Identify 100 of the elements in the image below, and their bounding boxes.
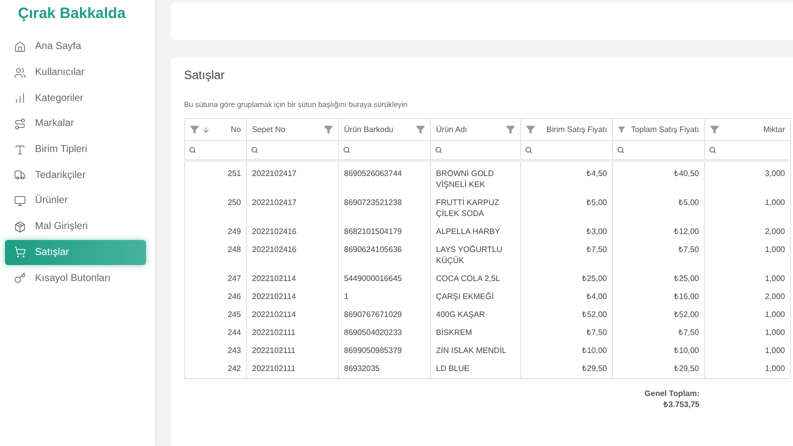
sidebar-item[interactable]: Mal Girişleri: [5, 214, 146, 240]
route-icon: [14, 118, 26, 130]
table-cell: 1,000: [704, 324, 790, 342]
table-cell: BROWNİ GOLD VİŞNELİ KEK: [430, 160, 520, 194]
table-cell: 1,000: [704, 306, 790, 324]
table-cell: 8690526063744: [338, 160, 430, 194]
filter-icon[interactable]: [324, 125, 333, 134]
table-cell: ZİN ISLAK MENDİL: [430, 342, 520, 360]
table-cell: 2022102417: [246, 194, 338, 223]
panel-title: Satışlar: [184, 68, 226, 82]
table-cell: 1,000: [704, 194, 790, 223]
sidebar-item[interactable]: Ana Sayfa: [5, 34, 146, 60]
bar-chart-icon: [14, 92, 26, 104]
table-cell: 1,000: [704, 360, 790, 378]
filter-icon[interactable]: [416, 125, 425, 134]
search-icon: [189, 146, 196, 154]
table-cell: 249: [184, 223, 246, 241]
table-cell: 2022102416: [246, 223, 338, 241]
search-icon: [617, 146, 624, 154]
table-cell: 250: [184, 194, 246, 223]
table-cell: ₺29,50: [520, 360, 612, 378]
column-header[interactable]: No: [230, 125, 241, 134]
column-header[interactable]: Sepet No: [252, 125, 286, 134]
table-cell: 243: [184, 342, 246, 360]
table-cell: 242: [184, 360, 246, 378]
sidebar-item[interactable]: Kullanıcılar: [5, 60, 146, 86]
table-cell: ₺25,00: [520, 270, 612, 288]
table-cell: ₺7,50: [612, 241, 704, 270]
table-cell: 2022102114: [246, 288, 338, 306]
grand-total: Genel Toplam: ₺3.753,75: [644, 388, 700, 410]
table-cell: ₺3,00: [520, 223, 612, 241]
sidebar-item[interactable]: Ürünler: [5, 188, 146, 214]
table-cell: ₺52,00: [612, 306, 704, 324]
table-cell: 248: [184, 241, 246, 270]
sort-arrow-icon[interactable]: [202, 126, 210, 134]
table-cell: 2022102111: [246, 360, 338, 378]
search-icon: [435, 146, 442, 154]
table-cell: ₺7,50: [612, 324, 704, 342]
column-header[interactable]: Ürün Adı: [436, 125, 468, 134]
table-cell: ₺5,00: [520, 194, 612, 223]
table-cell: 3,000: [704, 160, 790, 194]
table-cell: 400G KAŞAR: [430, 306, 520, 324]
table-cell: 8699050985379: [338, 342, 430, 360]
column-header[interactable]: Miktar: [763, 125, 785, 134]
sidebar-item[interactable]: Markalar: [5, 111, 146, 137]
search-icon: [709, 146, 716, 154]
table-cell: 8682101504179: [338, 223, 430, 241]
table-cell: BİSKREM: [430, 324, 520, 342]
table-cell: ₺12,00: [612, 223, 704, 241]
search-icon: [251, 146, 258, 154]
table-cell: 5449000016645: [338, 270, 430, 288]
table-cell: LD BLUE: [430, 360, 520, 378]
table-cell: ₺29,50: [612, 360, 704, 378]
table-cell: ₺7,50: [520, 324, 612, 342]
table-cell: 2022102417: [246, 160, 338, 194]
table-cell: ₺40,50: [612, 160, 704, 194]
table-cell: 8690624105636: [338, 241, 430, 270]
table-cell: 2,000: [704, 223, 790, 241]
table-cell: 8690723521238: [338, 194, 430, 223]
filter-icon[interactable]: [710, 125, 719, 134]
table-cell: 86932035: [338, 360, 430, 378]
filter-icon[interactable]: [506, 125, 515, 134]
box-icon: [14, 220, 26, 233]
table-cell: 1,000: [704, 270, 790, 288]
table-cell: ₺25,00: [612, 270, 704, 288]
table-cell: ₺5,00: [612, 194, 704, 223]
table-cell: 1: [338, 288, 430, 306]
table-cell: 246: [184, 288, 246, 306]
table-cell: 2022102114: [246, 306, 338, 324]
house-icon: [14, 40, 26, 53]
filter-icon[interactable]: [190, 125, 199, 134]
table-cell: ₺4,00: [520, 288, 612, 306]
search-icon: [343, 146, 350, 154]
text-icon: [14, 144, 26, 156]
table-cell: 251: [184, 160, 246, 194]
table-cell: ₺4,50: [520, 160, 612, 194]
table-cell: ALPELLA HARBY: [430, 223, 520, 241]
sidebar-item[interactable]: Kategoriler: [5, 85, 146, 112]
table-cell: COCA COLA 2,5L: [430, 270, 520, 288]
search-icon: [525, 146, 532, 154]
filter-icon[interactable]: [618, 125, 625, 134]
sidebar-item[interactable]: Birim Tipleri: [5, 136, 146, 162]
sidebar-item[interactable]: Kısayol Butonları: [5, 265, 146, 291]
sidebar-item[interactable]: Satışlar: [5, 240, 146, 266]
table-cell: FRUTTİ KARPUZ ÇİLEK SODA: [430, 194, 520, 223]
truck-icon: [14, 169, 26, 182]
table-cell: 8690767671029: [338, 306, 430, 324]
key-icon: [14, 272, 26, 284]
table-cell: 1,000: [704, 342, 790, 360]
table-cell: 2022102114: [246, 270, 338, 288]
users-icon: [14, 66, 26, 79]
table-cell: ₺7,50: [520, 241, 612, 270]
sidebar-item[interactable]: Tedarikçiler: [5, 162, 146, 188]
table-cell: 2022102111: [246, 342, 338, 360]
monitor-icon: [14, 194, 26, 207]
filter-icon[interactable]: [526, 125, 535, 134]
table-cell: ₺10,00: [612, 342, 704, 360]
table-cell: 2022102111: [246, 324, 338, 342]
table-cell: 244: [184, 324, 246, 342]
table-cell: 1,000: [704, 241, 790, 270]
